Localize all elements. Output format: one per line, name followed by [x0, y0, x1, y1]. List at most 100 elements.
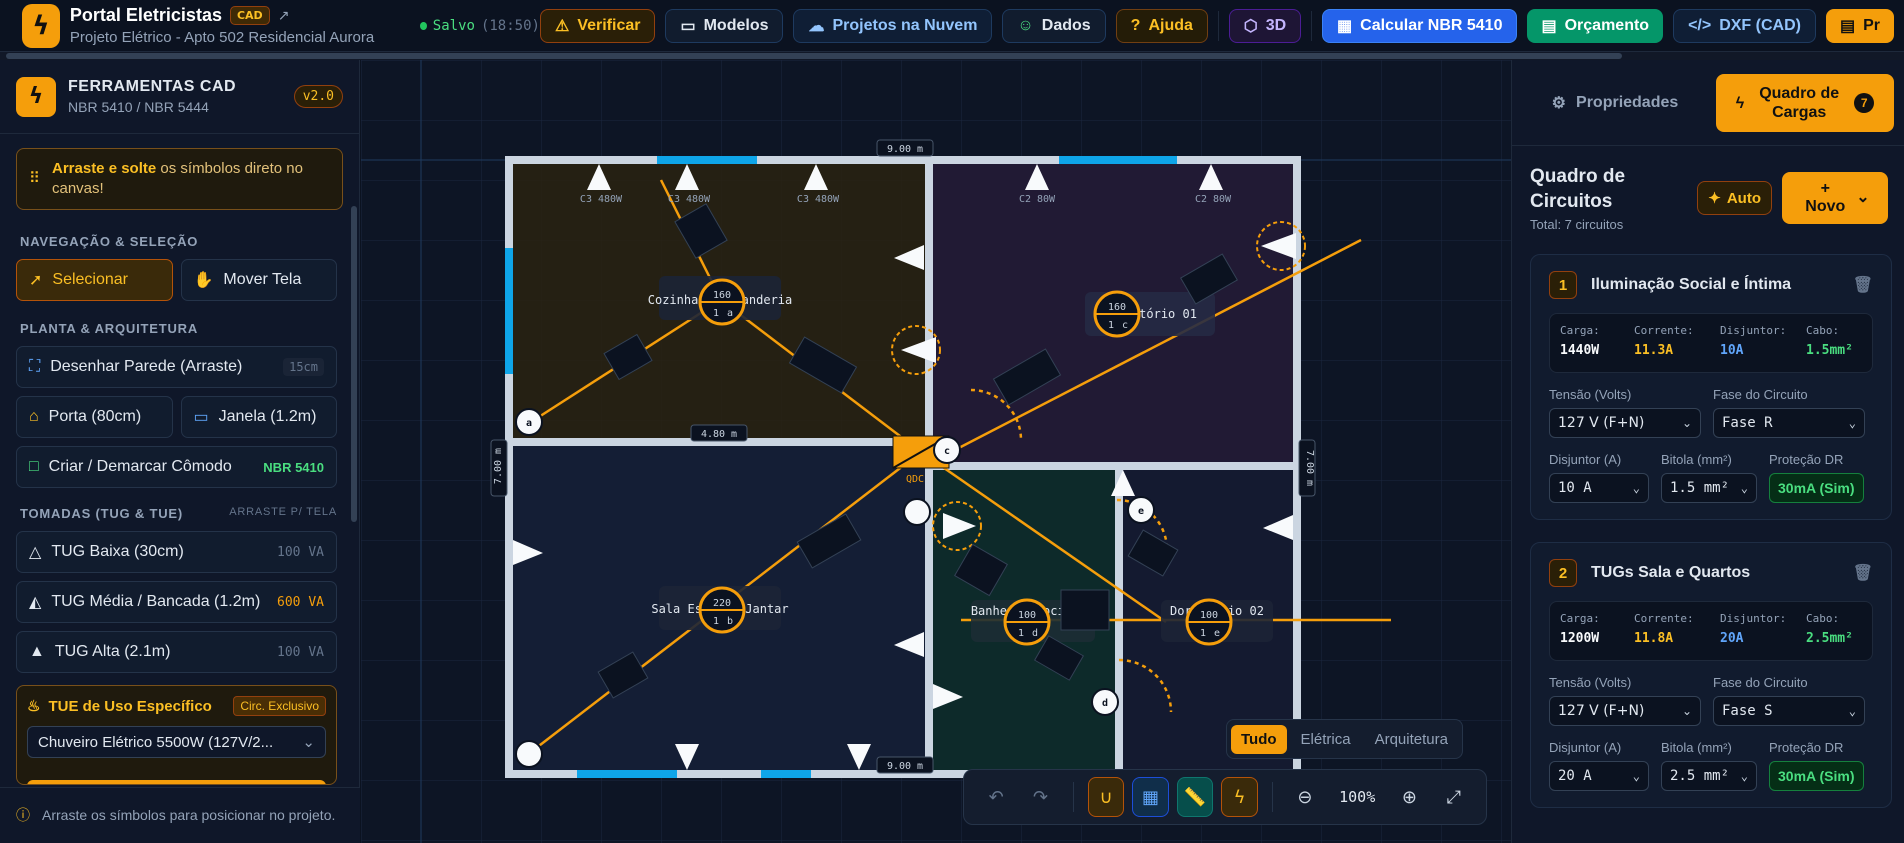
section-plan: PLANTA & ARQUITETURA: [20, 321, 199, 336]
new-circuit-button[interactable]: + Novo ⌄: [1782, 172, 1888, 224]
scrollbar-thumb[interactable]: [6, 53, 1622, 59]
magnet-snap-icon[interactable]: ∪: [1087, 777, 1125, 817]
svg-text:1: 1: [1108, 320, 1114, 331]
fullscreen-icon[interactable]: ⤢: [1436, 777, 1472, 817]
nbr-badge: NBR 5410: [263, 459, 324, 475]
voltage-select[interactable]: 127 V (F+N) ⌄: [1549, 696, 1701, 726]
data-button[interactable]: ☺ Dados: [1002, 8, 1106, 43]
tue-select[interactable]: Chuveiro Elétrico 5500W (127V/2... ⌄: [27, 726, 326, 758]
zoom-out-icon[interactable]: ⊖: [1287, 777, 1323, 817]
breaker-select[interactable]: 10 A ⌄: [1549, 473, 1649, 503]
trash-icon[interactable]: 🗑: [1853, 563, 1873, 583]
gauge-select[interactable]: 2.5 mm² ⌄: [1661, 761, 1757, 791]
document-icon: ▤: [1839, 17, 1856, 35]
chevron-down-icon: ⌄: [1681, 416, 1692, 430]
board-title: Quadro de Circuitos: [1530, 166, 1626, 212]
tab-electrical[interactable]: Elétrica: [1291, 725, 1361, 754]
phase-select[interactable]: Fase R ⌄: [1713, 408, 1865, 438]
undo-icon[interactable]: ↶: [978, 777, 1014, 817]
svg-text:1: 1: [713, 616, 719, 627]
circuit-count-badge: 7: [1854, 93, 1875, 113]
auto-button[interactable]: ✦ Auto: [1697, 181, 1772, 215]
tug-mid-item[interactable]: ◭ TUG Média / Bancada (1.2m) 600 VA: [16, 581, 337, 623]
zoom-level: 100%: [1339, 788, 1376, 806]
dr-toggle[interactable]: 30mA (Sim): [1769, 761, 1864, 791]
pdf-export-button[interactable]: ▤ Pr: [1825, 8, 1894, 43]
tab-all[interactable]: Tudo: [1231, 724, 1287, 754]
board-total: Total: 7 circuitos: [1530, 217, 1624, 232]
door-button[interactable]: ⌂ Porta (80cm): [16, 396, 173, 438]
tab-load-board[interactable]: ϟ Quadro de Cargas 7: [1715, 74, 1894, 132]
circuit-number: 2: [1549, 559, 1577, 587]
ruler-icon[interactable]: 📏: [1176, 777, 1214, 817]
phase-select[interactable]: Fase S ⌄: [1713, 696, 1865, 726]
models-button[interactable]: ▭ Modelos: [665, 8, 784, 43]
calculator-icon: ▦: [1337, 17, 1353, 35]
tool-divider: [1271, 782, 1273, 812]
gauge-select[interactable]: 1.5 mm² ⌄: [1661, 473, 1757, 503]
tab-architecture[interactable]: Arquitetura: [1365, 725, 1458, 754]
calc-nbr-button[interactable]: ▦ Calcular NBR 5410: [1322, 8, 1518, 43]
svg-text:100: 100: [1200, 610, 1218, 621]
svg-text:a: a: [526, 418, 532, 429]
verify-button[interactable]: ⚠ Verificar: [539, 8, 656, 43]
3d-view-button[interactable]: ⬡ 3D: [1228, 8, 1302, 43]
sidebar-scrollbar[interactable]: [351, 206, 357, 522]
cube-icon: ⬡: [1243, 17, 1258, 35]
chevron-down-icon: ⌄: [1848, 704, 1856, 718]
trash-icon[interactable]: 🗑: [1853, 275, 1873, 295]
tool-divider: [1072, 782, 1074, 812]
pan-tool-button[interactable]: ✋ Mover Tela: [180, 259, 337, 301]
drag-tip: ⠿ Arraste e solte os símbolos direto no …: [16, 148, 343, 210]
wall-size-badge: 15cm: [283, 358, 324, 376]
save-status: Salvo (18:50): [419, 18, 540, 34]
tab-properties[interactable]: ⚙ Propriedades: [1524, 74, 1706, 132]
chevron-down-icon: ⌄: [1681, 704, 1692, 718]
dxf-export-button[interactable]: </> DXF (CAD): [1673, 8, 1816, 43]
budget-button[interactable]: ▤ Orçamento: [1527, 8, 1664, 43]
user-icon: ☺: [1017, 16, 1034, 34]
circuit-card: 1 Iluminação Social e Íntima 🗑 Carga: 144…: [1530, 254, 1892, 520]
saved-dot-icon: [419, 21, 427, 30]
triangle-filled-icon: ▲: [29, 643, 45, 660]
tug-low-item[interactable]: △ TUG Baixa (30cm) 100 VA: [16, 531, 337, 573]
grip-icon: ⠿: [29, 170, 40, 187]
circuit-number: 1: [1549, 271, 1577, 299]
chevron-down-icon: ⌄: [1856, 189, 1870, 206]
breaker-select[interactable]: 20 A ⌄: [1549, 761, 1649, 791]
grid-icon[interactable]: ▦: [1132, 777, 1169, 817]
sidebar-title: FERRAMENTAS CAD: [68, 78, 237, 95]
help-button[interactable]: ? Ajuda: [1115, 8, 1208, 43]
dim-mid: 4.80 m: [701, 429, 737, 440]
drawing-canvas[interactable]: 9.00 m 9.00 m 4.80 m 7.00 m 7.00 m C3 48…: [361, 60, 1511, 843]
window-button[interactable]: ▭ Janela (1.2m): [180, 396, 337, 438]
draw-wall-button[interactable]: ⛶ Desenhar Parede (Arraste) 15cm: [16, 346, 337, 388]
lightning-toggle-icon[interactable]: ϟ: [1221, 777, 1258, 817]
redo-icon[interactable]: ↷: [1022, 777, 1058, 817]
svg-text:c: c: [1122, 320, 1128, 331]
svg-text:d: d: [1102, 698, 1108, 709]
panel-tabs: ⚙ Propriedades ϟ Quadro de Cargas 7: [1512, 60, 1904, 146]
horizontal-scrollbar[interactable]: [0, 52, 1904, 60]
tue-panel: ♨ TUE de Uso Específico Circ. Exclusivo Ch…: [16, 685, 337, 785]
tug-high-item[interactable]: ▲ TUG Alta (2.1m) 100 VA: [16, 631, 337, 673]
add-tue-button[interactable]: [27, 780, 326, 784]
flame-icon: ♨: [27, 698, 41, 715]
dim-top: 9.00 m: [887, 144, 923, 155]
cloud-icon: ☁: [808, 17, 825, 35]
dim-right: 7.00 m: [1304, 450, 1315, 486]
svg-text:160: 160: [713, 290, 731, 301]
dr-toggle[interactable]: 30mA (Sim): [1769, 473, 1864, 503]
svg-text:b: b: [727, 616, 733, 627]
create-room-button[interactable]: □ Criar / Demarcar Cômodo NBR 5410: [16, 446, 337, 488]
select-tool-button[interactable]: ➚ Selecionar: [16, 259, 173, 301]
svg-text:1: 1: [713, 308, 719, 319]
external-link-icon[interactable]: ↗: [278, 8, 290, 24]
svg-text:1: 1: [1200, 628, 1206, 639]
zoom-in-icon[interactable]: ⊕: [1391, 777, 1427, 817]
voltage-select[interactable]: 127 V (F+N) ⌄: [1549, 408, 1701, 438]
svg-text:a: a: [727, 308, 733, 319]
cloud-projects-button[interactable]: ☁ Projetos na Nuvem: [793, 8, 993, 43]
chevron-down-icon: ⌄: [1632, 769, 1640, 783]
cad-badge: CAD: [229, 6, 270, 25]
